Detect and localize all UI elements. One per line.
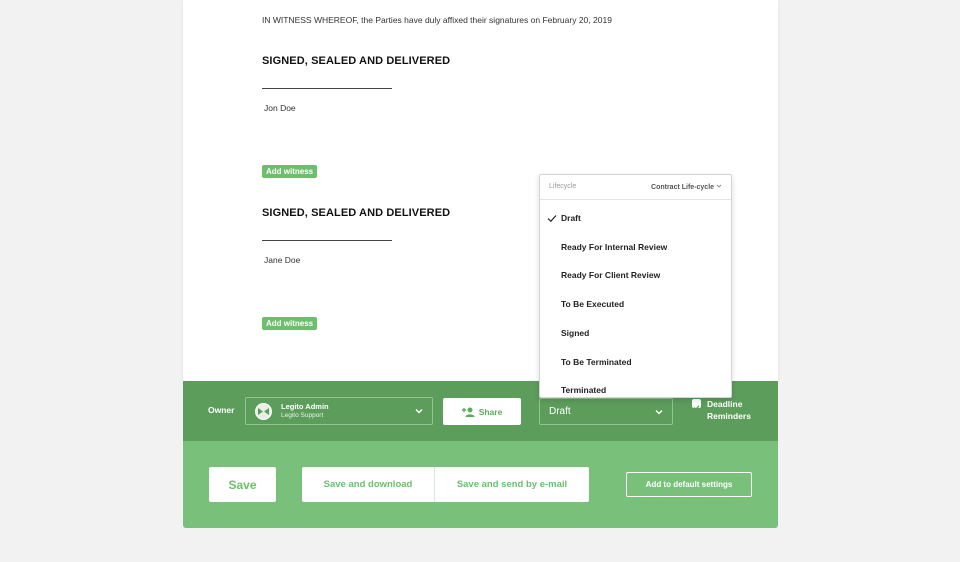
save-button[interactable]: Save — [209, 467, 276, 502]
add-witness-button-2[interactable]: Add witness — [262, 317, 318, 330]
lifecycle-dropdown: Lifecycle Contract Life-cycle Draft Read… — [539, 174, 732, 398]
lifecycle-option-to-be-terminated[interactable]: To Be Terminated — [561, 357, 632, 367]
signature-heading-2: SIGNED, SEALED AND DELIVERED — [262, 207, 451, 219]
share-label: Share — [478, 406, 503, 417]
share-button[interactable]: Share — [443, 398, 521, 425]
deadline-reminders-checkbox[interactable] — [692, 399, 701, 411]
save-and-send-email-button[interactable]: Save and send by e-mail — [435, 467, 589, 502]
lifecycle-type-select[interactable]: Contract Life-cycle — [651, 183, 722, 191]
chevron-down-icon — [655, 410, 663, 415]
witness-statement: IN WITNESS WHEREOF, the Parties have dul… — [262, 15, 612, 25]
lifecycle-option-to-be-executed[interactable]: To Be Executed — [561, 299, 624, 309]
deadline-reminders-label: Deadline Reminders — [707, 399, 751, 421]
owner-select[interactable]: Legito Admin Legito Support — [245, 397, 433, 425]
add-user-icon — [461, 407, 475, 417]
owner-label: Owner — [208, 405, 235, 415]
save-options-group: Save and download Save and send by e-mai… — [302, 467, 589, 502]
lifecycle-label: Lifecycle — [549, 183, 577, 190]
lifecycle-option-draft[interactable]: Draft — [561, 213, 581, 223]
signature-heading-1: SIGNED, SEALED AND DELIVERED — [262, 55, 451, 67]
signature-line-2 — [262, 240, 392, 241]
check-icon — [547, 215, 557, 223]
owner-avatar — [255, 403, 272, 420]
add-to-default-settings-button[interactable]: Add to default settings — [626, 472, 752, 497]
add-witness-button-1[interactable]: Add witness — [262, 165, 318, 178]
signatory-name-2: Jane Doe — [264, 255, 301, 265]
lifecycle-option-client-review[interactable]: Ready For Client Review — [561, 270, 660, 280]
signatory-name-1: Jon Doe — [264, 103, 296, 113]
lifecycle-option-internal-review[interactable]: Ready For Internal Review — [561, 242, 667, 252]
lifecycle-option-terminated[interactable]: Terminated — [561, 385, 606, 395]
chevron-down-icon — [716, 184, 722, 188]
lifecycle-status-select[interactable]: Draft — [539, 398, 673, 425]
checkmark-icon — [693, 405, 700, 411]
owner-organization: Legito Support — [281, 412, 324, 419]
dropdown-header: Lifecycle Contract Life-cycle — [540, 175, 731, 200]
chevron-down-icon — [415, 409, 423, 414]
status-value: Draft — [549, 406, 571, 417]
owner-name: Legito Admin — [281, 402, 329, 411]
lifecycle-option-signed[interactable]: Signed — [561, 328, 589, 338]
signature-line-1 — [262, 88, 392, 89]
legito-logo-icon — [258, 408, 269, 415]
action-bar: Save Save and download Save and send by … — [183, 441, 778, 528]
save-and-download-button[interactable]: Save and download — [302, 467, 435, 502]
